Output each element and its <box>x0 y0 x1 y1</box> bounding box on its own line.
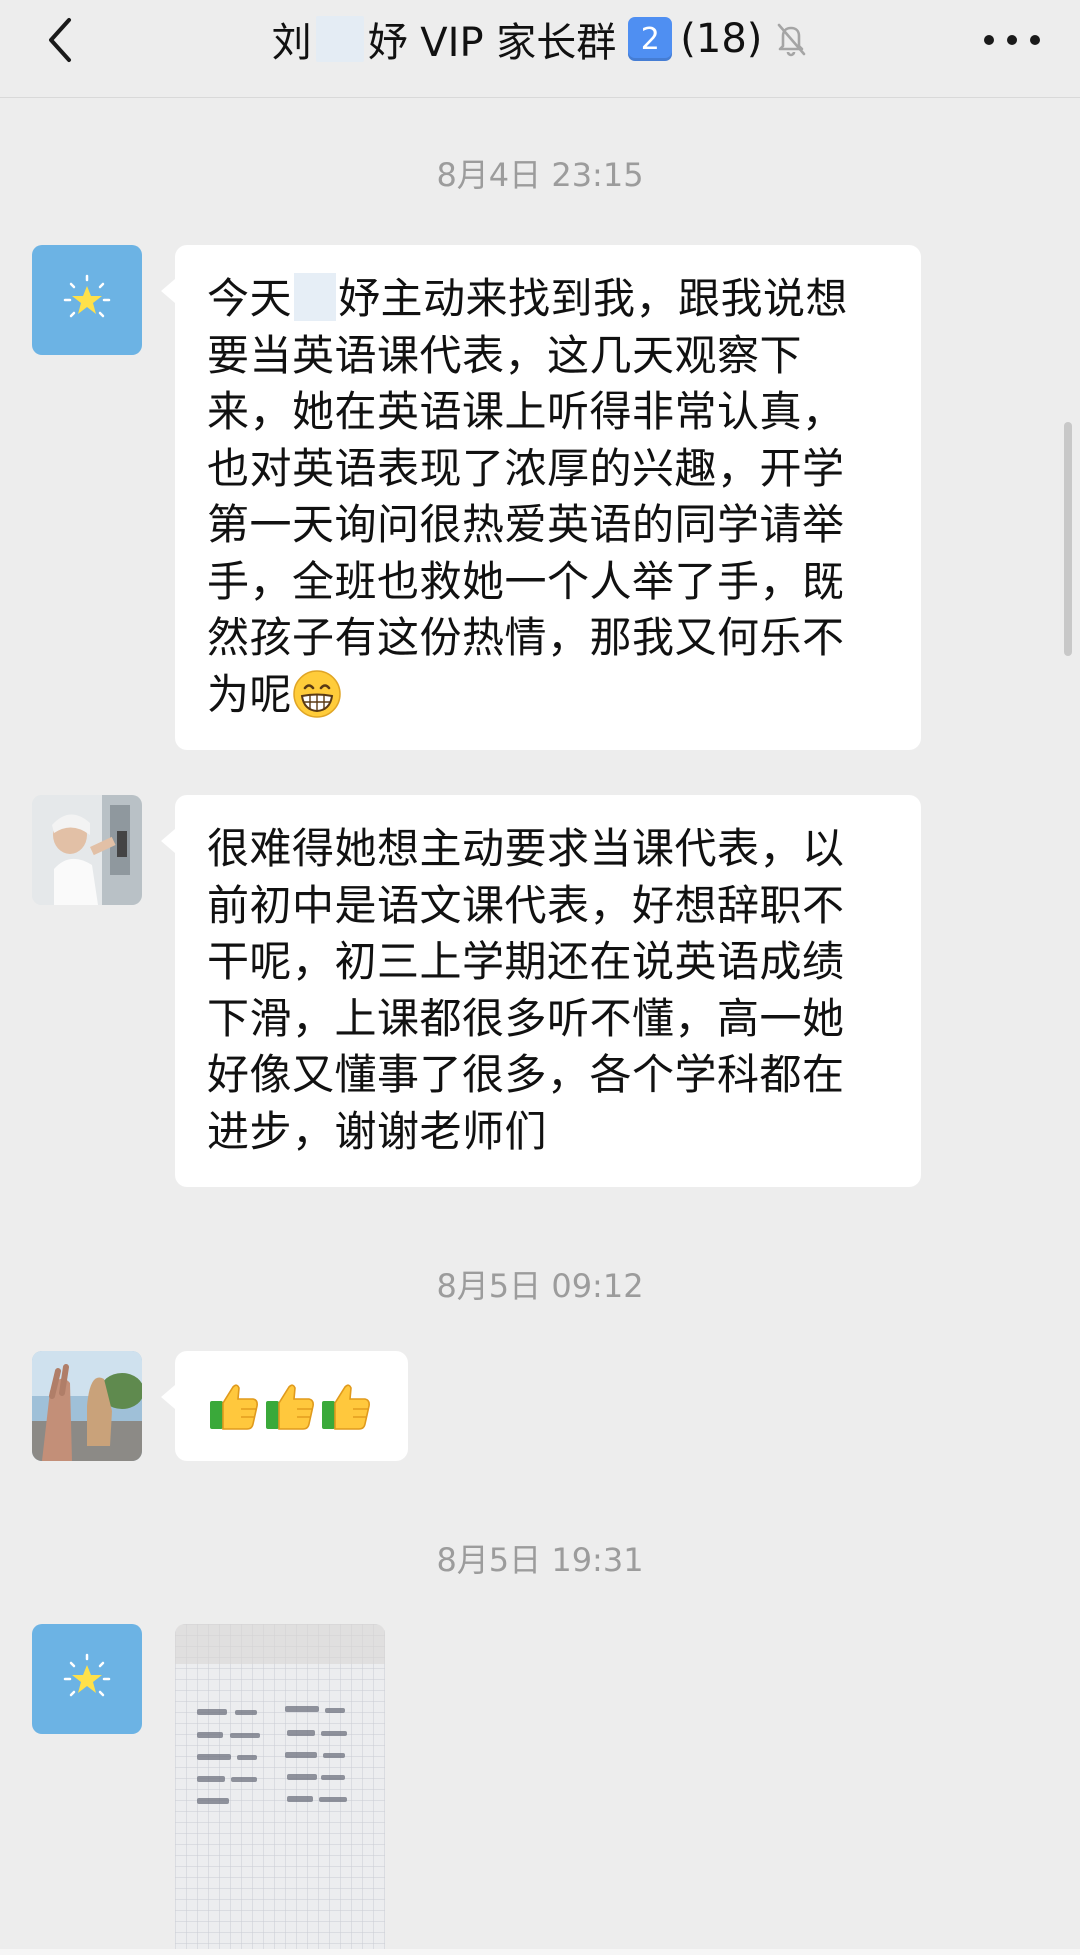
photo-avatar-woman <box>32 795 142 905</box>
message-text: 今天 <box>207 274 293 323</box>
message-bubble[interactable] <box>161 1351 408 1461</box>
more-dot <box>984 35 994 45</box>
message-timestamp: 8月5日 19:31 <box>436 1541 644 1579</box>
message-timestamp: 8月5日 09:12 <box>436 1267 644 1305</box>
star-icon <box>63 1653 111 1697</box>
photo-avatar-hand <box>32 1351 142 1461</box>
message-line: 第一天询问很热爱英语的同学请举 <box>207 500 845 549</box>
message-bubble[interactable]: 很难得她想主动要求当课代表，以 前初中是语文课代表，好想辞职不 干呢，初三上学期… <box>161 795 921 1187</box>
message-line: 进步，谢谢老师们 <box>207 1106 548 1156</box>
message-line: 要当英语课代表，这几天观察下 <box>207 330 803 380</box>
grinning-face-emoji <box>293 669 341 718</box>
message-line: 前初中是语文课代表，好想辞职不 <box>207 880 845 930</box>
title-suffix: 妤 VIP 家长群 <box>367 20 617 66</box>
message-line: 干呢，初三上学期还在说英语成绩 <box>207 937 845 986</box>
group-number-badge: 2 <box>628 17 673 61</box>
more-dot <box>1007 35 1017 45</box>
avatar[interactable] <box>32 1624 142 1734</box>
member-count: (18) <box>680 16 763 62</box>
bell-slash-icon <box>778 23 806 57</box>
title-prefix: 刘 <box>271 20 312 66</box>
emoji-row <box>207 1379 408 1448</box>
avatar[interactable] <box>32 795 142 905</box>
image-message[interactable] <box>175 1624 385 1955</box>
bottom-edge <box>0 1949 1080 1955</box>
message-line: 下滑，上课都很多听不懂，高一她 <box>207 993 845 1043</box>
notebook-photo <box>175 1624 385 1955</box>
message-line: 然孩子有这份热情，那我又何乐不 <box>207 613 845 662</box>
message-text: 为呢 <box>207 669 293 719</box>
message-line: 为呢 <box>207 667 891 724</box>
avatar[interactable] <box>32 245 142 355</box>
message-timestamp: 8月4日 23:15 <box>436 156 644 194</box>
thumbs-up-emoji <box>322 1384 370 1430</box>
message-text: 妤主动来找到我，跟我说想 <box>338 274 849 323</box>
thumbs-up-emoji <box>266 1384 314 1430</box>
message-line: 好像又懂事了很多，各个学科都在 <box>207 1050 845 1099</box>
chat-title: 刘 妤 VIP 家长群 2 (18) <box>0 8 1080 70</box>
name-redaction <box>294 273 337 321</box>
message-line: 很难得她想主动要求当课代表，以 <box>207 824 845 873</box>
more-options-button[interactable] <box>984 22 1040 58</box>
message-line: 今天 妤主动来找到我，跟我说想 <box>207 271 891 328</box>
avatar[interactable] <box>32 1351 142 1461</box>
name-redaction <box>315 16 364 62</box>
message-line: 也对英语表现了浓厚的兴趣，开学 <box>207 443 845 493</box>
message-bubble[interactable]: 今天 妤主动来找到我，跟我说想 要当英语课代表，这几天观察下 来，她在英语课上听得… <box>161 245 921 750</box>
thumbs-up-emoji <box>210 1384 258 1430</box>
more-dot <box>1030 35 1040 45</box>
message-line: 手，全班也救她一个人举了手，既 <box>207 556 845 606</box>
message-line: 来，她在英语课上听得非常认真， <box>207 387 845 436</box>
chat-header: 刘 妤 VIP 家长群 2 (18) <box>0 0 1080 98</box>
star-icon <box>63 274 111 318</box>
scrollbar[interactable] <box>1064 422 1072 656</box>
